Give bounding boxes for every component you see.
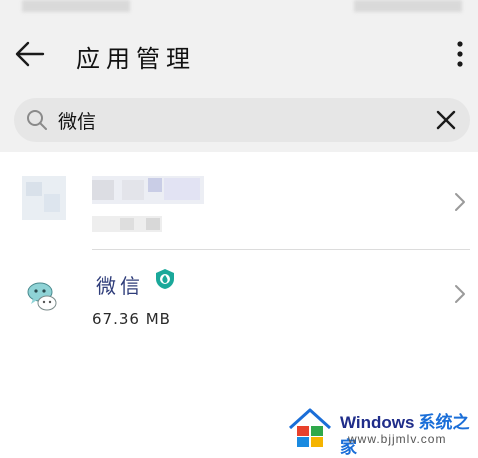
clear-search-button[interactable]	[434, 108, 458, 132]
page-title: 应用管理	[76, 45, 196, 73]
search-input[interactable]	[58, 104, 418, 136]
app-name-blurred	[92, 176, 204, 204]
arrow-left-icon	[15, 41, 45, 67]
search-icon	[27, 110, 47, 130]
divider	[92, 249, 470, 250]
watermark: Windows 系统之家 www.bjjmlv.com	[288, 404, 476, 457]
more-vert-icon	[457, 41, 463, 67]
back-button[interactable]	[12, 36, 48, 72]
status-bar	[0, 0, 478, 22]
app-list-item-wechat[interactable]: 微信 67.36 MB	[0, 252, 478, 342]
windows-house-logo-icon	[288, 408, 332, 447]
app-icon	[22, 176, 66, 220]
app-size-blurred	[92, 216, 162, 232]
status-bar-blur-right	[354, 0, 462, 12]
app-size: 67.36 MB	[92, 310, 171, 328]
app-header: 应用管理	[0, 22, 478, 90]
close-icon	[436, 110, 456, 130]
verified-shield-icon	[156, 269, 174, 289]
more-options-button[interactable]	[448, 36, 472, 72]
app-name: 微信	[96, 274, 144, 298]
search-box[interactable]	[14, 98, 470, 142]
app-list-item[interactable]	[0, 160, 478, 250]
status-bar-blur-left	[22, 0, 130, 12]
search-area	[0, 90, 478, 152]
watermark-url: www.bjjmlv.com	[348, 432, 447, 446]
chevron-right-icon	[455, 193, 465, 211]
wechat-icon	[27, 282, 57, 311]
chevron-right-icon	[455, 285, 465, 303]
watermark-brand: Windows	[340, 413, 415, 432]
